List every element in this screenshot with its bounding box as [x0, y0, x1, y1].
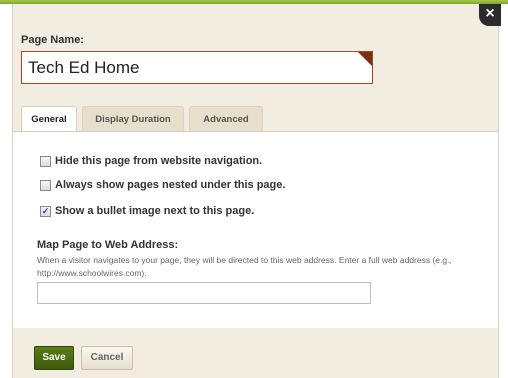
- show-nested-checkbox[interactable]: [40, 180, 51, 191]
- tab-advanced[interactable]: Advanced: [189, 106, 263, 131]
- input-corner-flag-icon: [358, 52, 372, 66]
- page-settings-dialog: × Page Name: General Display Duration Ad…: [12, 4, 501, 378]
- page-name-input[interactable]: [21, 51, 373, 84]
- close-icon[interactable]: ×: [479, 4, 501, 26]
- tab-general[interactable]: General: [21, 106, 77, 132]
- dialog-footer: Save Cancel: [13, 328, 498, 378]
- cancel-button[interactable]: Cancel: [81, 346, 133, 370]
- save-button[interactable]: Save: [34, 346, 74, 370]
- map-address-help: When a visitor navigates to your page, t…: [37, 255, 452, 278]
- page-name-label: Page Name:: [21, 34, 84, 46]
- general-tab-panel: Hide this page from website navigation. …: [13, 131, 498, 329]
- tab-display-duration[interactable]: Display Duration: [82, 106, 184, 131]
- option-label: Always show pages nested under this page…: [55, 179, 286, 191]
- option-label: Hide this page from website navigation.: [55, 155, 263, 167]
- web-address-input[interactable]: [37, 282, 371, 304]
- hide-navigation-checkbox[interactable]: [40, 156, 51, 167]
- bullet-image-checkbox[interactable]: ✓: [40, 206, 51, 217]
- map-address-label: Map Page to Web Address:: [37, 239, 179, 251]
- option-label: Show a bullet image next to this page.: [55, 205, 255, 217]
